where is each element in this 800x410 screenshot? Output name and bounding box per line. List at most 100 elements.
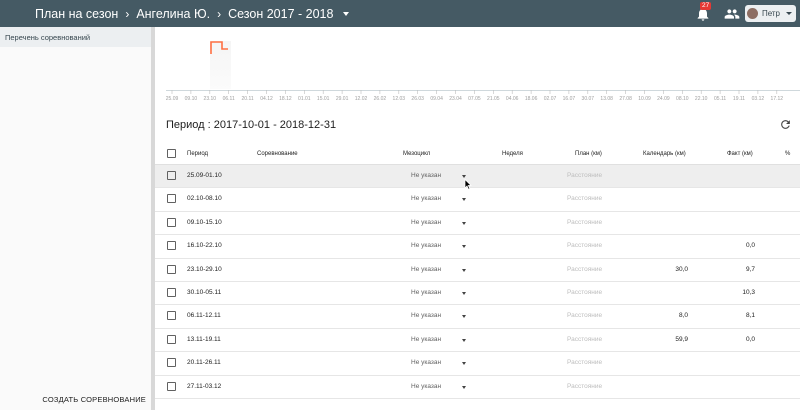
- row-checkbox[interactable]: [167, 334, 176, 344]
- mesocycle-select[interactable]: Не указан: [411, 242, 441, 249]
- header-mesocycle[interactable]: Мезоцикл: [403, 151, 430, 157]
- table-row[interactable]: 16.10-22.10 Не указан Расстояние 0,0: [155, 235, 800, 259]
- row-checkbox[interactable]: [167, 358, 176, 368]
- plan-distance-input[interactable]: Расстояние: [567, 219, 602, 226]
- chevron-down-icon[interactable]: [462, 198, 466, 202]
- plan-distance-input[interactable]: Расстояние: [567, 172, 602, 179]
- timeline-tick-label: 01.01: [298, 96, 311, 102]
- user-menu[interactable]: Петр: [744, 5, 796, 22]
- timeline-tick-label: 15.01: [316, 96, 330, 102]
- athletes-button[interactable]: [724, 6, 740, 22]
- table-row[interactable]: 20.11-26.11 Не указан Расстояние: [155, 352, 800, 376]
- cell-fact: 8,1: [745, 312, 755, 320]
- plan-distance-input[interactable]: Расстояние: [567, 312, 602, 319]
- season-timeline: 25.09 09.10 23.10 06.11 20.11 04.12 18.12 01.01…: [166, 32, 800, 107]
- chevron-down-icon[interactable]: [462, 221, 466, 225]
- plan-distance-input[interactable]: Расстояние: [567, 242, 602, 249]
- plan-distance-input[interactable]: Расстояние: [567, 383, 602, 390]
- timeline-load-marker: [210, 41, 228, 54]
- season-dropdown-caret-icon[interactable]: [343, 11, 350, 16]
- timeline-tick-label: 27.08: [619, 96, 632, 102]
- timeline-tick-label: 04.06: [505, 96, 519, 102]
- table-row[interactable]: 02.10-08.10 Не указан Расстояние: [155, 188, 800, 212]
- plan-distance-input[interactable]: Расстояние: [567, 289, 602, 296]
- row-checkbox[interactable]: [167, 311, 176, 321]
- mesocycle-select[interactable]: Не указан: [411, 359, 441, 366]
- mesocycle-select[interactable]: Не указан: [411, 266, 441, 273]
- timeline-tick-label: 24.09: [657, 96, 670, 102]
- header-week[interactable]: Неделя: [502, 151, 523, 157]
- row-checkbox[interactable]: [167, 241, 176, 251]
- chevron-down-icon[interactable]: [462, 291, 466, 295]
- header-period[interactable]: Период: [187, 151, 208, 157]
- chevron-down-icon[interactable]: [462, 385, 466, 389]
- table-body: 25.09-01.10 Не указан Расстояние 02.10-08.1…: [155, 165, 800, 399]
- breadcrumb-season[interactable]: Сезон 2017 - 2018: [228, 7, 333, 21]
- table-row[interactable]: 30.10-05.11 Не указан Расстояние 10,3: [155, 282, 800, 306]
- table-row[interactable]: 25.09-01.10 Не указан Расстояние: [155, 165, 800, 189]
- row-checkbox[interactable]: [167, 287, 176, 297]
- period-title: Период : 2017-10-01 - 2018-12-31: [166, 119, 337, 131]
- header-calendar[interactable]: Календарь (км): [643, 151, 686, 157]
- header-competition[interactable]: Соревнование: [257, 151, 298, 157]
- timeline-ticks: [171, 90, 778, 94]
- timeline-tick-label: 13.08: [600, 96, 613, 102]
- plan-distance-input[interactable]: Расстояние: [567, 336, 602, 343]
- row-checkbox[interactable]: [167, 171, 176, 180]
- timeline-tick-label: 21.05: [487, 96, 500, 102]
- chevron-down-icon[interactable]: [462, 362, 466, 366]
- mesocycle-select[interactable]: Не указан: [411, 312, 441, 319]
- cell-period: 13.11-19.11: [187, 335, 221, 343]
- row-checkbox[interactable]: [167, 264, 176, 274]
- breadcrumb-season-plan[interactable]: План на сезон: [35, 7, 118, 21]
- timeline-tick-label: 29.01: [335, 96, 349, 102]
- table-row[interactable]: 23.10-29.10 Не указан Расстояние 30,0 9,7: [155, 259, 800, 282]
- table-row[interactable]: 27.11-03.12 Не указан Расстояние: [155, 376, 800, 399]
- timeline-tick-label: 16.07: [562, 96, 576, 102]
- cell-period: 06.11-12.11: [187, 312, 221, 320]
- cell-calendar: 8,0: [678, 312, 688, 320]
- mesocycle-select[interactable]: Не указан: [411, 195, 441, 202]
- cell-calendar: 30,0: [675, 265, 688, 273]
- chevron-down-icon[interactable]: [462, 315, 466, 319]
- timeline-tick-label: 18.06: [524, 96, 538, 102]
- plan-distance-input[interactable]: Расстояние: [567, 359, 602, 366]
- mesocycle-select[interactable]: Не указан: [411, 383, 441, 390]
- table-row[interactable]: 06.11-12.11 Не указан Расстояние 8,0 8,1: [155, 305, 800, 329]
- chevron-down-icon[interactable]: [462, 245, 466, 249]
- chevron-down-icon[interactable]: [462, 338, 466, 342]
- header-fact[interactable]: Факт (км): [727, 151, 753, 157]
- timeline-tick-label: 30.07: [581, 96, 595, 102]
- plan-distance-input[interactable]: Расстояние: [567, 195, 602, 202]
- chevron-down-icon[interactable]: [462, 175, 466, 178]
- chevron-right-icon: ›: [217, 6, 222, 21]
- mesocycle-select[interactable]: Не указан: [411, 289, 441, 296]
- mesocycle-select[interactable]: Не указан: [411, 336, 441, 343]
- mesocycle-select[interactable]: Не указан: [411, 219, 441, 226]
- cell-period: 27.11-03.12: [187, 382, 222, 390]
- create-competition-button[interactable]: СОЗДАТЬ СОРЕВНОВАНИЕ: [0, 395, 146, 404]
- timeline-tick-label: 26.02: [373, 96, 387, 102]
- header-percent[interactable]: %: [785, 151, 790, 157]
- table-row[interactable]: 09.10-15.10 Не указан Расстояние: [155, 212, 800, 236]
- row-checkbox[interactable]: [167, 217, 176, 227]
- plan-distance-input[interactable]: Расстояние: [567, 266, 602, 273]
- refresh-button[interactable]: [779, 118, 792, 131]
- notifications-button[interactable]: 27: [695, 1, 712, 22]
- mesocycle-select[interactable]: Не указан: [411, 172, 441, 179]
- table-header: Период Соревнование Мезоцикл Неделя План…: [155, 145, 800, 165]
- table-row[interactable]: 13.11-19.11 Не указан Расстояние 59,9 0,0: [155, 329, 800, 353]
- timeline-tick-label: 20.11: [241, 96, 254, 102]
- timeline-tick-label: 22.10: [694, 96, 708, 102]
- chevron-down-icon[interactable]: [462, 268, 466, 272]
- mouse-cursor-icon: [464, 179, 472, 190]
- timeline-tick-label: 07.05: [468, 96, 481, 102]
- breadcrumb-athlete[interactable]: Ангелина Ю.: [136, 7, 210, 21]
- header-plan[interactable]: План (км): [575, 151, 602, 157]
- row-checkbox[interactable]: [167, 381, 176, 391]
- timeline-tick-label: 23.10: [203, 96, 217, 102]
- top-app-bar: План на сезон › Ангелина Ю. › Сезон 2017…: [0, 0, 800, 27]
- row-checkbox[interactable]: [167, 194, 176, 204]
- select-all-checkbox[interactable]: [167, 149, 176, 158]
- timeline-tick-label: 19.11: [732, 96, 746, 102]
